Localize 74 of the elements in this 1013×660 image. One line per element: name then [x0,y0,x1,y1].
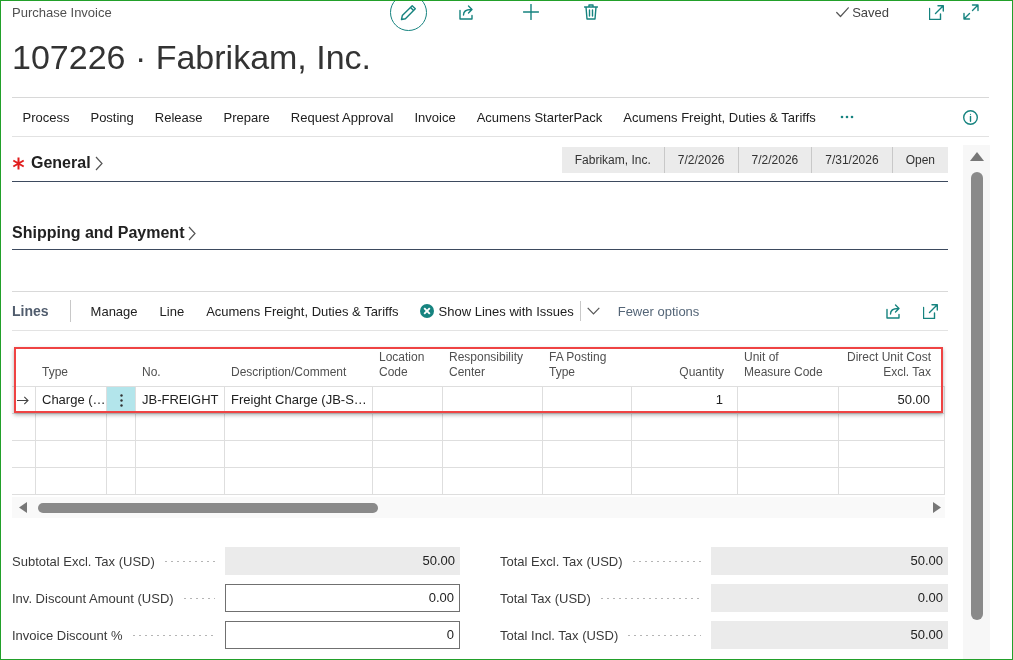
scroll-left-icon[interactable] [19,502,27,513]
pop-out-icon[interactable] [923,303,938,319]
trash-icon[interactable] [584,4,598,20]
menu-item[interactable]: Acumens StarterPack [466,102,613,132]
scroll-up-icon[interactable] [969,152,984,161]
chevron-right-icon [188,225,197,241]
chevron-down-icon[interactable] [586,307,600,315]
x-circle-icon [419,304,434,318]
menu-item[interactable]: Posting [79,102,145,132]
section-title: Lines [12,303,49,319]
section-header[interactable]: General [31,154,103,172]
column-header[interactable]: Type [42,365,68,380]
field-label: Invoice Discount % [12,627,123,643]
scrollbar-thumb[interactable] [38,502,378,513]
column-header[interactable]: Responsibility Center [449,350,529,380]
share-icon[interactable] [886,303,902,319]
horizontal-scrollbar[interactable] [12,497,945,518]
input-field[interactable]: 0 [225,621,460,649]
more-icon[interactable] [840,115,855,119]
share-icon[interactable] [459,4,475,20]
pop-out-icon[interactable] [929,4,944,20]
menu-item[interactable]: Process [12,102,80,132]
summary-field: 7/2/2026 [737,147,812,173]
field-label: Subtotal Excl. Tax (USD) [12,553,155,569]
save-status: Saved [852,4,889,20]
add-icon[interactable] [523,4,539,20]
link[interactable]: Fewer options [606,296,711,326]
expand-icon[interactable] [963,4,979,20]
scrollbar-thumb[interactable] [970,172,983,620]
summary-field: Open [891,147,948,173]
summary-field: 7/2/2026 [663,147,738,173]
summary-field: Fabrikam, Inc. [561,147,664,173]
edit-button[interactable] [390,1,427,31]
table-cell: 50.00 [839,387,945,413]
column-header[interactable]: Location Code [379,350,429,380]
check-icon [836,6,850,18]
pencil-icon [399,3,418,21]
table-cell: JB-FREIGHT [136,387,225,413]
column-header[interactable]: No. [142,365,161,380]
info-icon[interactable] [963,109,978,125]
field-label: Total Excl. Tax (USD) [500,553,623,569]
menu-item[interactable]: Prepare [213,102,281,132]
row-menu-button[interactable] [107,387,136,413]
page-caption: Purchase Invoice [12,4,113,20]
toolbar-button[interactable]: Manage [79,296,149,326]
column-header[interactable]: Quantity [679,365,724,380]
toolbar-button[interactable]: Show Lines with Issues [409,296,580,326]
field-label: Total Incl. Tax (USD) [500,627,619,643]
value-field: 50.00 [711,547,948,575]
summary-field: 7/31/2026 [811,147,892,173]
table-cell: Freight Charge (JB-S… [225,387,373,413]
chevron-right-icon [94,155,103,171]
scroll-right-icon[interactable] [933,502,941,513]
value-field: 50.00 [225,547,460,575]
field-label: Inv. Discount Amount (USD) [12,590,174,606]
value-field: 50.00 [711,621,948,649]
toolbar-button[interactable]: Acumens Freight, Duties & Tariffs [195,296,410,326]
table-cell: 1 [632,387,738,413]
menu-item[interactable]: Release [144,102,214,132]
menu-item[interactable]: Invoice [403,102,467,132]
column-header[interactable]: Description/Comment [231,365,347,380]
menu-item[interactable]: Acumens Freight, Duties & Tariffs [612,102,827,132]
input-field[interactable]: 0.00 [225,584,460,612]
vertical-scrollbar[interactable] [963,145,990,659]
column-header[interactable]: Unit of Measure Code [744,350,825,380]
field-label: Total Tax (USD) [500,590,591,606]
page-title: 107226 · Fabrikam, Inc. [12,37,373,77]
toolbar-button[interactable]: Line [148,296,196,326]
column-header[interactable]: Direct Unit Cost Excl. Tax [843,350,931,380]
menu-item[interactable]: Request Approval [280,102,404,132]
value-field: 0.00 [711,584,948,612]
column-header[interactable]: FA Posting Type [549,350,618,380]
vertical-dots-icon [119,393,123,407]
section-header[interactable]: Shipping and Payment [12,224,197,242]
